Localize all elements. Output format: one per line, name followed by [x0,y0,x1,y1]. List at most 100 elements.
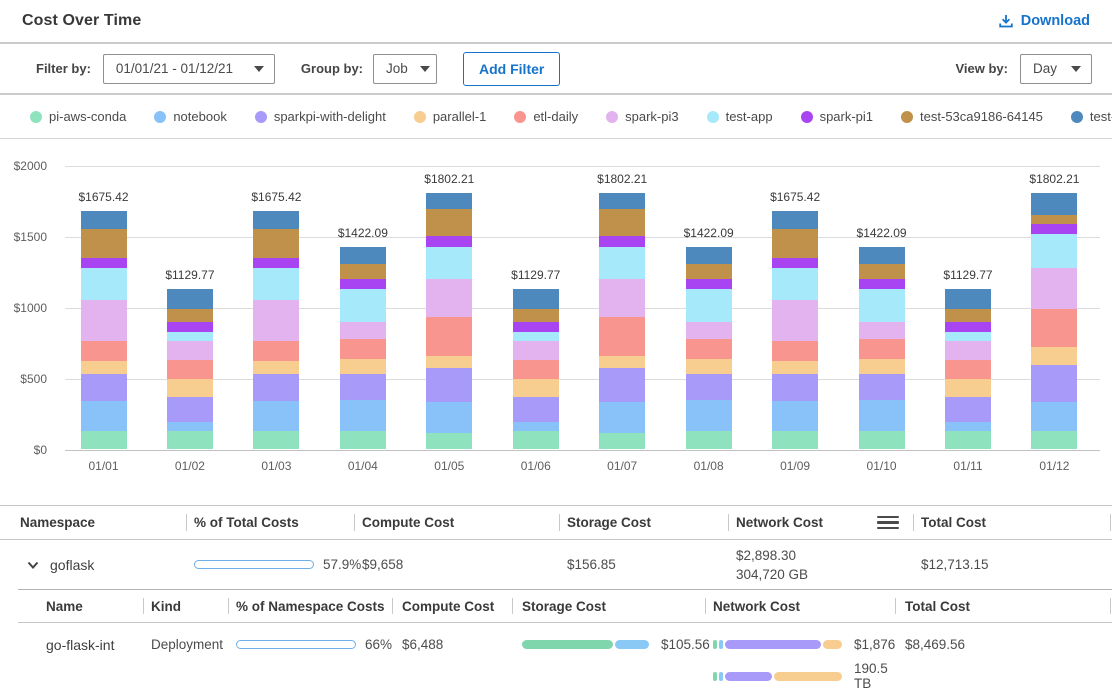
stacked-bar-01/05[interactable] [426,193,472,449]
bar-segment-pi-aws-conda[interactable] [599,433,645,449]
bar-segment-notebook[interactable] [340,400,386,430]
stacked-bar-01/08[interactable] [686,247,732,449]
bar-segment-parallel-1[interactable] [426,356,472,368]
stacked-bar-01/01[interactable] [81,211,127,449]
bar-segment-sparkpi-with-delight[interactable] [859,374,905,400]
bar-segment-test-53ca9186-64145[interactable] [426,209,472,236]
chevron-down-icon[interactable] [26,558,40,572]
legend-item-spark-pi1[interactable]: spark-pi1 [801,109,873,124]
bar-segment-notebook[interactable] [426,402,472,433]
bar-segment-etl-daily[interactable] [945,360,991,379]
bar-segment-sparkpi-with-delight[interactable] [340,374,386,400]
namespace-row-goflask[interactable]: goflask 57.9% $9,658 $156.85 $2,898.30 3… [0,540,1112,589]
bar-segment-test-app[interactable] [599,247,645,278]
stacked-bar-01/09[interactable] [772,211,818,449]
col-namespace[interactable]: Namespace [0,506,186,539]
date-range-select[interactable]: 01/01/21 - 01/12/21 [103,54,275,84]
stacked-bar-01/11[interactable] [945,289,991,449]
bar-segment-test-app[interactable] [513,332,559,341]
bar-segment-pi-aws-conda[interactable] [81,431,127,449]
add-filter-button[interactable]: Add Filter [463,52,560,86]
bar-segment-etl-daily[interactable] [772,341,818,361]
bar-segment-pi-aws-conda[interactable] [513,431,559,449]
bar-segment-test-pkix[interactable] [772,211,818,229]
bar-segment-test-app[interactable] [1031,234,1077,268]
bar-segment-spark-pi1[interactable] [81,258,127,268]
bar-segment-test-app[interactable] [253,268,299,300]
bar-segment-etl-daily[interactable] [426,317,472,356]
bar-segment-spark-pi1[interactable] [1031,224,1077,234]
bar-segment-etl-daily[interactable] [167,360,213,379]
bar-segment-notebook[interactable] [945,422,991,431]
bar-segment-parallel-1[interactable] [81,361,127,374]
bar-segment-spark-pi3[interactable] [686,322,732,339]
bar-segment-pi-aws-conda[interactable] [167,431,213,449]
bar-segment-etl-daily[interactable] [686,339,732,358]
bar-segment-test-app[interactable] [81,268,127,300]
col-network[interactable]: Network Cost [728,506,913,539]
bar-segment-sparkpi-with-delight[interactable] [945,397,991,422]
bar-segment-parallel-1[interactable] [599,356,645,368]
col-network[interactable]: Network Cost [705,590,895,622]
bar-segment-spark-pi1[interactable] [253,258,299,268]
bar-segment-notebook[interactable] [167,422,213,431]
bar-segment-spark-pi1[interactable] [772,258,818,268]
bar-segment-test-pkix[interactable] [81,211,127,229]
view-by-select[interactable]: Day [1020,54,1092,84]
bar-segment-test-pkix[interactable] [167,289,213,309]
stacked-bar-01/07[interactable] [599,193,645,449]
bar-segment-spark-pi3[interactable] [599,279,645,318]
bar-segment-notebook[interactable] [772,401,818,431]
bar-segment-notebook[interactable] [686,400,732,430]
bar-segment-test-app[interactable] [426,247,472,278]
legend-item-test-pkix[interactable]: test-pkix [1071,109,1112,124]
bar-segment-spark-pi3[interactable] [772,300,818,341]
bar-segment-test-app[interactable] [945,332,991,341]
bar-segment-spark-pi3[interactable] [1031,268,1077,310]
bar-segment-pi-aws-conda[interactable] [772,431,818,449]
bar-segment-spark-pi3[interactable] [513,341,559,360]
bar-segment-pi-aws-conda[interactable] [686,431,732,449]
bar-segment-parallel-1[interactable] [772,361,818,374]
stacked-bar-01/02[interactable] [167,289,213,449]
bar-segment-spark-pi1[interactable] [426,236,472,247]
bar-segment-etl-daily[interactable] [599,317,645,356]
bar-segment-spark-pi3[interactable] [340,322,386,339]
legend-item-sparkpi-with-delight[interactable]: sparkpi-with-delight [255,109,386,124]
bar-segment-spark-pi3[interactable] [167,341,213,360]
bar-segment-spark-pi3[interactable] [81,300,127,341]
stacked-bar-01/10[interactable] [859,247,905,449]
bar-segment-spark-pi3[interactable] [253,300,299,341]
bar-segment-parallel-1[interactable] [859,359,905,375]
col-compute[interactable]: Compute Cost [392,590,512,622]
bar-segment-parallel-1[interactable] [167,379,213,397]
bar-segment-sparkpi-with-delight[interactable] [81,374,127,402]
col-storage[interactable]: Storage Cost [512,590,705,622]
bar-segment-sparkpi-with-delight[interactable] [513,397,559,422]
legend-item-notebook[interactable]: notebook [154,109,227,124]
bar-segment-notebook[interactable] [1031,402,1077,431]
col-pct-namespace[interactable]: % of Namespace Costs [228,590,392,622]
bar-segment-test-app[interactable] [859,289,905,322]
bar-segment-etl-daily[interactable] [513,360,559,379]
bar-segment-test-53ca9186-64145[interactable] [513,309,559,322]
bar-segment-parallel-1[interactable] [686,359,732,375]
bar-segment-notebook[interactable] [81,401,127,431]
stacked-bar-01/04[interactable] [340,247,386,449]
bar-segment-sparkpi-with-delight[interactable] [599,368,645,402]
workload-row-go-flask-int[interactable]: go-flask-int Deployment 66% $6,488 $105.… [18,623,1112,691]
bar-segment-test-53ca9186-64145[interactable] [859,264,905,279]
bar-segment-parallel-1[interactable] [1031,347,1077,365]
legend-item-test-53ca9186-64145[interactable]: test-53ca9186-64145 [901,109,1043,124]
bar-segment-test-53ca9186-64145[interactable] [340,264,386,279]
bar-segment-test-pkix[interactable] [513,289,559,309]
bar-segment-sparkpi-with-delight[interactable] [253,374,299,402]
bar-segment-test-app[interactable] [340,289,386,322]
bar-segment-test-pkix[interactable] [859,247,905,264]
bar-segment-spark-pi3[interactable] [426,279,472,318]
stacked-bar-01/03[interactable] [253,211,299,449]
bar-segment-pi-aws-conda[interactable] [426,433,472,449]
col-kind[interactable]: Kind [143,590,228,622]
col-storage[interactable]: Storage Cost [559,506,728,539]
bar-segment-test-pkix[interactable] [1031,193,1077,215]
